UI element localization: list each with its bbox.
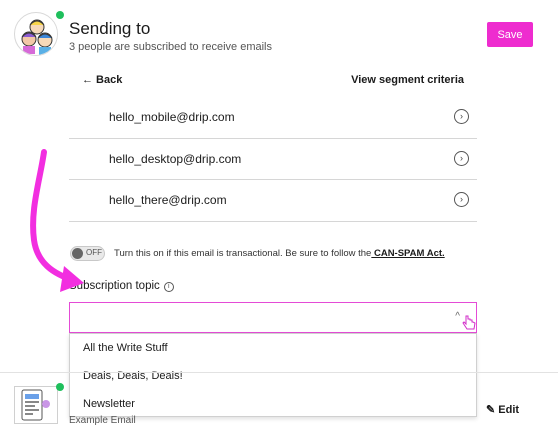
transactional-text: Turn this on if this email is transactio… — [114, 248, 372, 259]
section-divider — [0, 372, 558, 373]
status-check-icon — [56, 11, 64, 19]
page-title: Sending to — [69, 19, 151, 38]
transactional-toggle[interactable]: OFF — [70, 246, 105, 261]
chevron-right-icon[interactable]: › — [454, 150, 469, 166]
chevron-right-icon[interactable]: › — [454, 109, 469, 124]
list-item[interactable]: hello_there@drip.com › — [69, 180, 477, 222]
subscription-topic-label: Subscription topic i — [69, 280, 174, 292]
dropdown-option[interactable]: Deals, Deals, Deals! — [70, 362, 476, 390]
chevron-up-icon[interactable]: ^ — [455, 311, 460, 322]
save-button[interactable]: Save — [487, 22, 533, 47]
recipients-avatar — [14, 12, 58, 56]
toggle-state-label: OFF — [86, 248, 102, 257]
email-status-check-icon — [56, 383, 64, 391]
recipient-email: hello_mobile@drip.com — [109, 110, 235, 124]
subscription-topic-text: Subscription topic — [69, 280, 160, 292]
email-name: Example Email — [69, 415, 136, 426]
edit-label: Edit — [498, 404, 520, 416]
info-icon[interactable]: i — [163, 282, 174, 292]
edit-button[interactable]: ✎ Edit — [486, 403, 519, 416]
page-subtitle: 3 people are subscribed to receive email… — [69, 41, 273, 53]
transactional-description: Turn this on if this email is transactio… — [114, 248, 445, 259]
toggle-knob — [72, 248, 83, 259]
subscription-topic-dropdown: All the Write Stuff Deals, Deals, Deals!… — [69, 333, 477, 417]
dropdown-option[interactable]: Newsletter — [70, 390, 476, 418]
subscription-topic-select[interactable]: ^ — [69, 302, 477, 333]
chevron-right-icon[interactable]: › — [454, 192, 469, 207]
email-thumbnail[interactable] — [14, 386, 58, 424]
recipient-list: hello_mobile@drip.com › hello_desktop@dr… — [69, 97, 477, 222]
dropdown-option[interactable]: All the Write Stuff — [70, 334, 476, 362]
recipient-email: hello_there@drip.com — [109, 193, 227, 207]
back-link[interactable]: ← Back — [82, 74, 122, 86]
hand-cursor-icon — [462, 315, 476, 330]
pencil-icon: ✎ — [486, 404, 496, 416]
can-spam-link[interactable]: CAN-SPAM Act. — [371, 248, 445, 259]
list-item[interactable]: hello_mobile@drip.com › — [69, 97, 477, 139]
recipient-email: hello_desktop@drip.com — [109, 151, 242, 166]
list-item[interactable]: hello_desktop@drip.com › — [69, 139, 477, 180]
view-segment-criteria-link[interactable]: View segment criteria — [351, 74, 464, 86]
